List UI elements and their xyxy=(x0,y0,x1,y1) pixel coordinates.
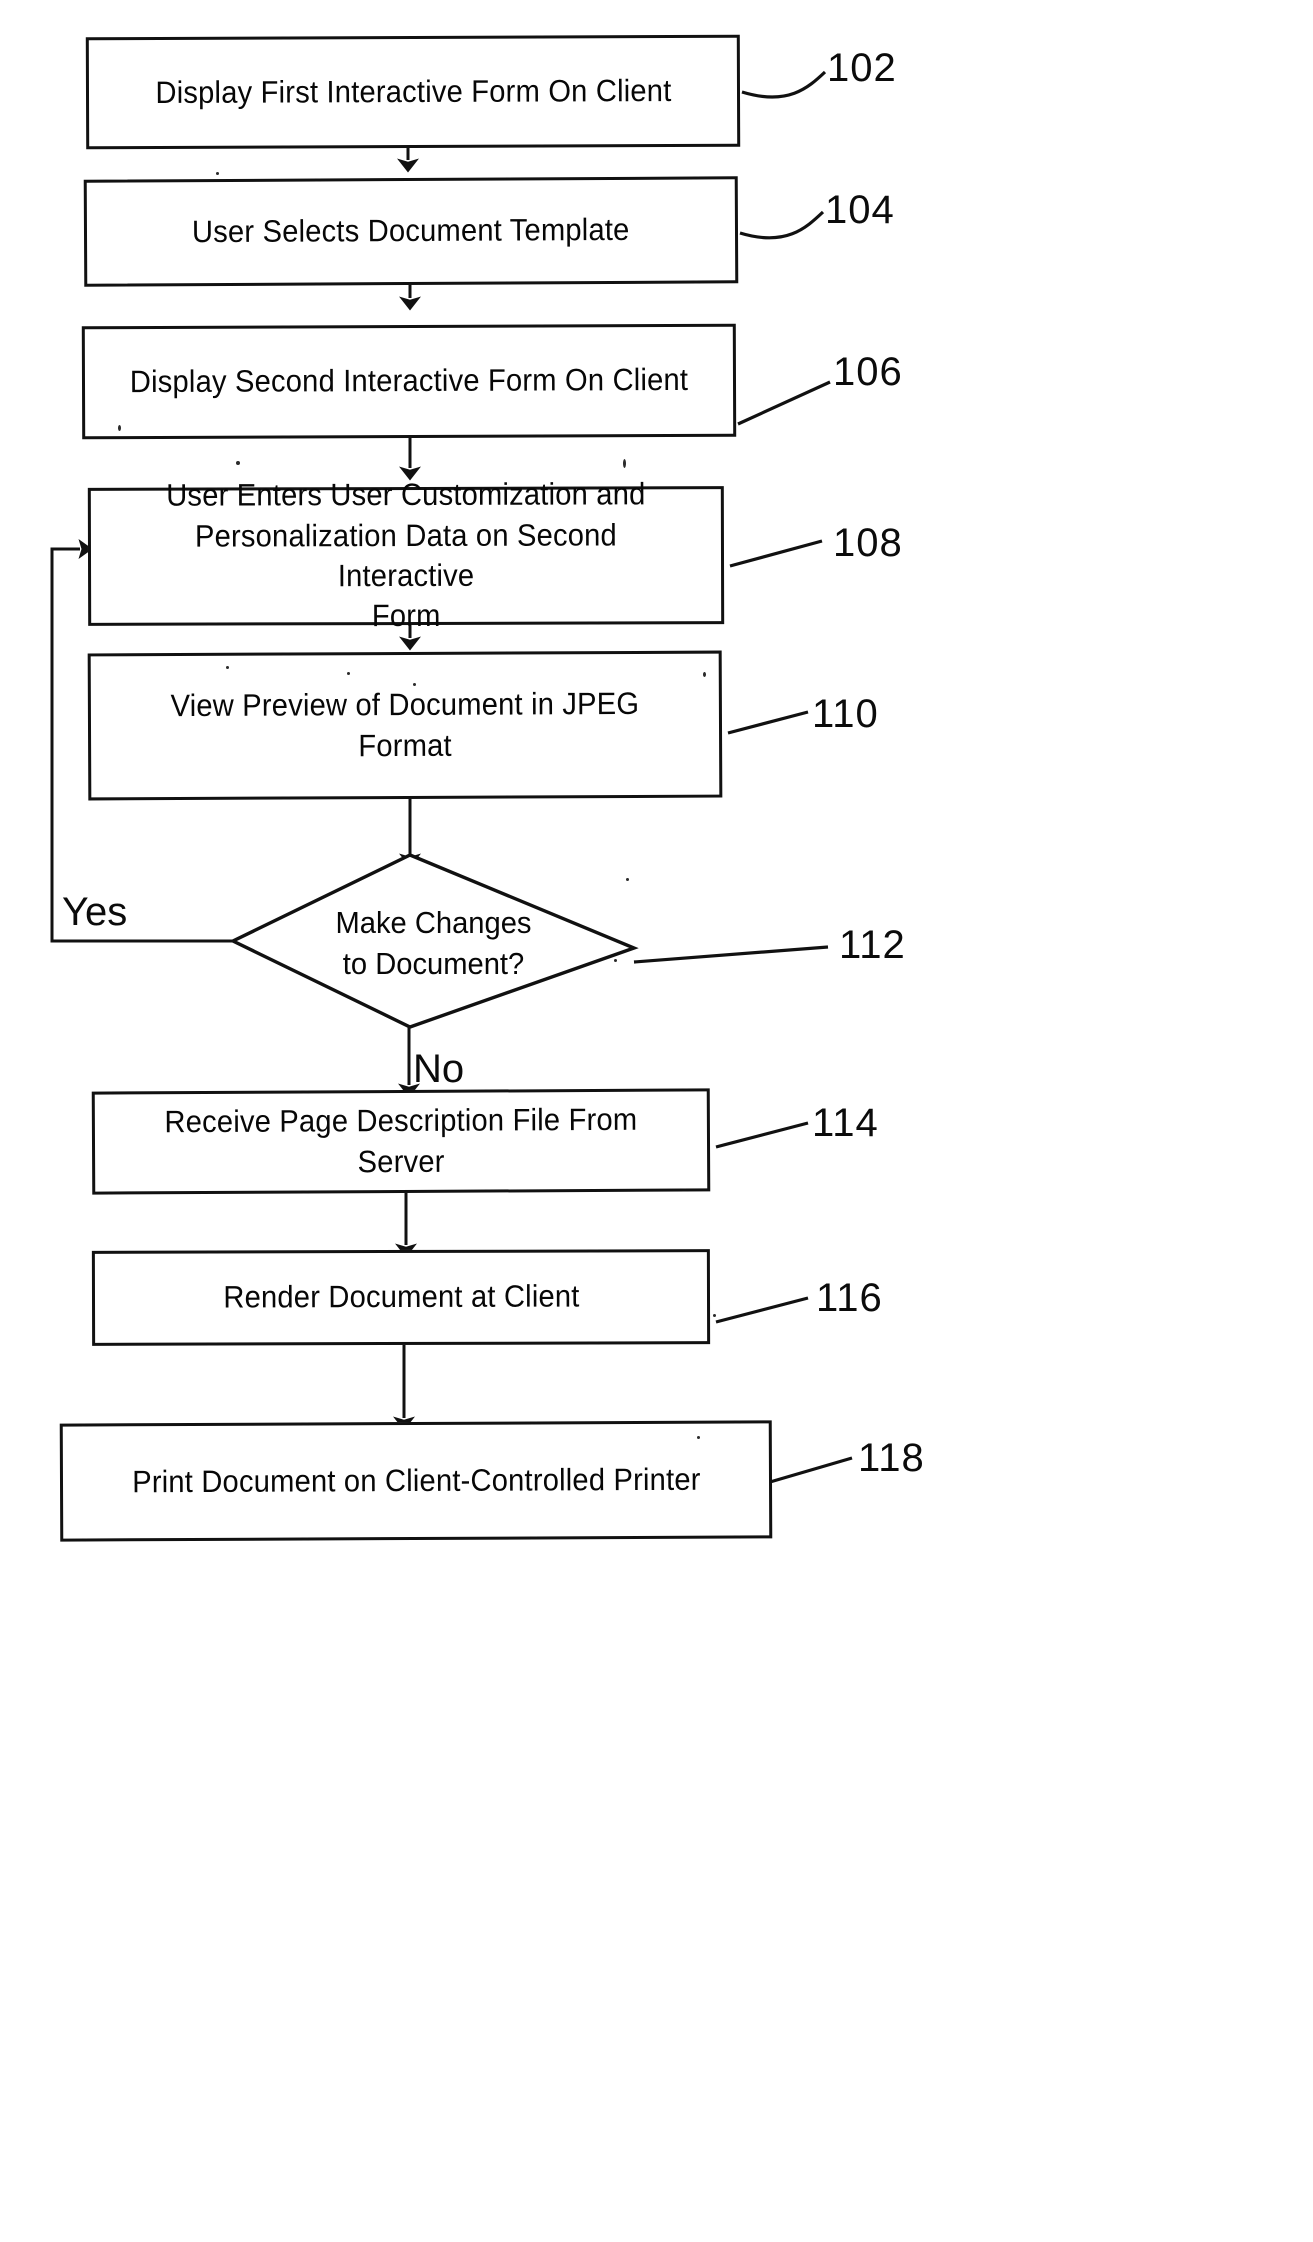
reference-numeral-114: 114 xyxy=(812,1101,879,1145)
reference-numeral-116: 116 xyxy=(816,1276,883,1320)
scan-speck xyxy=(614,959,617,962)
reference-numeral-110: 110 xyxy=(812,692,879,736)
reference-numeral-108: 108 xyxy=(833,521,903,565)
scan-speck xyxy=(236,461,240,465)
leader-104 xyxy=(739,210,825,240)
reference-numeral-102: 102 xyxy=(827,46,897,90)
leader-108 xyxy=(729,539,823,568)
scan-speck xyxy=(216,172,219,175)
process-box-118-label: Print Document on Client-Controlled Prin… xyxy=(131,1461,701,1500)
scan-speck xyxy=(626,878,629,881)
scan-speck xyxy=(118,425,121,431)
leader-110 xyxy=(727,710,809,735)
process-box-108-label: User Enters User Customization and Perso… xyxy=(166,476,646,634)
scan-speck xyxy=(697,1436,700,1439)
reference-numeral-104: 104 xyxy=(825,188,895,232)
process-box-104-label: User Selects Document Template xyxy=(192,212,630,250)
leader-106 xyxy=(737,380,831,426)
process-box-102-label: Display First Interactive Form On Client xyxy=(154,72,672,110)
leader-112 xyxy=(633,945,829,964)
leader-118 xyxy=(769,1456,853,1484)
scan-speck xyxy=(226,666,229,669)
process-box-106-label: Display Second Interactive Form On Clien… xyxy=(129,362,689,400)
reference-numeral-118: 118 xyxy=(858,1436,925,1480)
process-box-116-label: Render Document at Client xyxy=(222,1278,580,1315)
scan-speck xyxy=(413,683,416,686)
scan-speck xyxy=(623,459,626,468)
patent-figure-flowchart: Display First Interactive Form On Client… xyxy=(0,0,1313,2242)
process-box-114-label: Receive Page Description File From Serve… xyxy=(164,1101,638,1179)
process-box-110: View Preview of Document in JPEG Format xyxy=(87,650,723,801)
process-box-106: Display Second Interactive Form On Clien… xyxy=(81,323,737,440)
reference-numeral-106: 106 xyxy=(833,350,903,394)
leader-116 xyxy=(715,1296,809,1324)
process-box-116: Render Document at Client xyxy=(91,1249,711,1346)
process-box-104: User Selects Document Template xyxy=(83,176,739,287)
decision-112: Make Changes to Document? xyxy=(233,855,634,1027)
scan-speck xyxy=(347,672,350,675)
leader-102 xyxy=(741,70,827,99)
process-box-102: Display First Interactive Form On Client xyxy=(85,34,741,150)
process-box-118: Print Document on Client-Controlled Prin… xyxy=(59,1420,773,1542)
decision-112-label: Make Changes to Document? xyxy=(335,905,532,981)
leader-114 xyxy=(715,1121,809,1149)
reference-numeral-112: 112 xyxy=(839,923,906,967)
process-box-110-label: View Preview of Document in JPEG Format xyxy=(170,686,640,763)
scan-speck xyxy=(703,672,706,677)
branch-label-no: No xyxy=(413,1047,465,1091)
scan-speck xyxy=(713,1314,716,1317)
process-box-114: Receive Page Description File From Serve… xyxy=(91,1088,711,1195)
branch-label-yes: Yes xyxy=(62,890,128,934)
process-box-108: User Enters User Customization and Perso… xyxy=(87,477,725,633)
